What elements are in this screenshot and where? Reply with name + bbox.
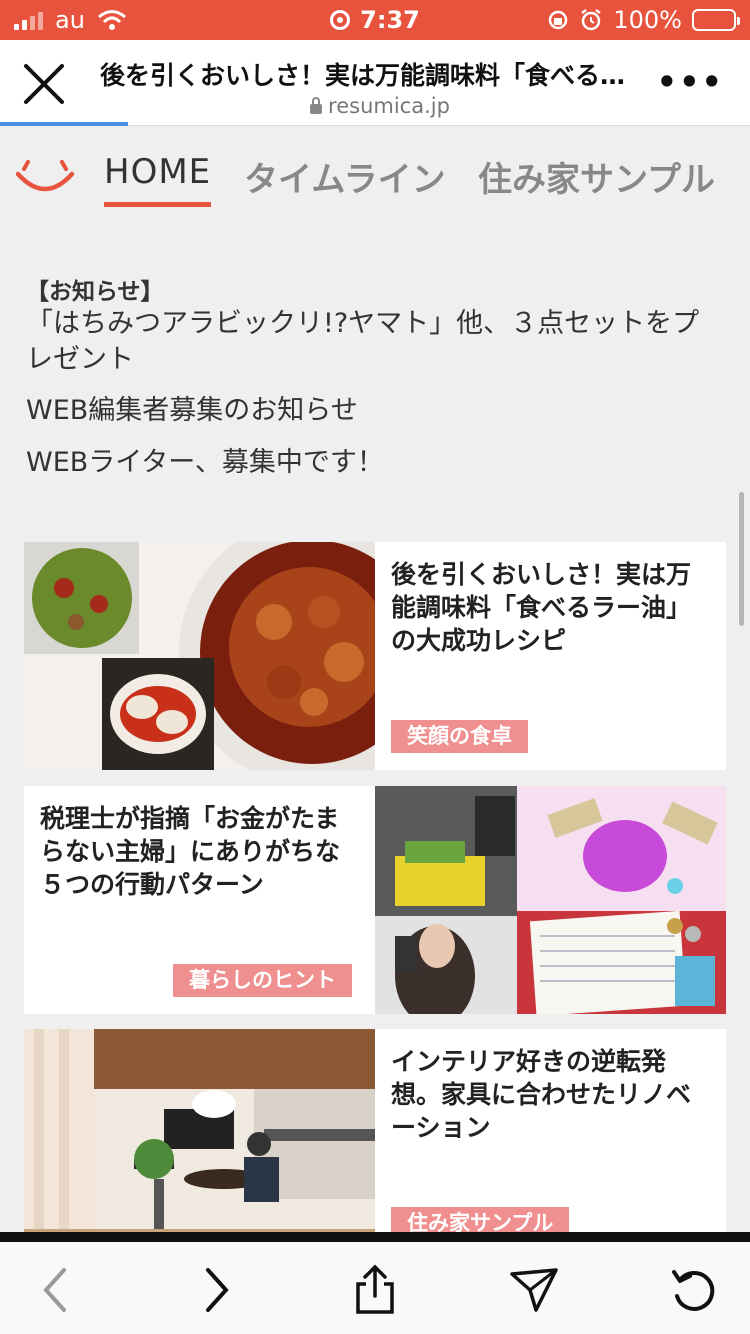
smile-logo-icon[interactable] [14, 154, 76, 194]
article-title[interactable]: インテリア好きの逆転発想。家具に合わせたリノベーション [391, 1045, 707, 1144]
more-button[interactable]: ••• [657, 66, 724, 98]
url-domain: resumica.jp [100, 94, 660, 118]
battery-icon [692, 9, 740, 31]
article-thumbnail [24, 1029, 375, 1239]
active-tab-indicator [104, 202, 211, 207]
reload-icon[interactable] [668, 1264, 720, 1316]
forward-arrow-icon[interactable] [190, 1264, 242, 1316]
notices-section: 【お知らせ】 「はちみつアラビックリ!?ヤマト」他、３点セットをプレゼント WE… [26, 272, 726, 482]
article-title[interactable]: 後を引くおいしさ！実は万能調味料「食べるラー油」の大成功レシピ [391, 558, 707, 657]
article-card[interactable]: 税理士が指摘「お金がたまらない主婦」にありがちな５つの行動パターン 暮らしのヒン… [24, 786, 726, 1014]
browser-header: 後を引くおいしさ！実は万能調味料「食べる… resumica.jp ••• [0, 40, 750, 126]
orientation-lock-icon [549, 10, 568, 30]
scroll-indicator[interactable] [739, 492, 744, 626]
article-thumbnail [375, 786, 726, 1014]
category-tag[interactable]: 笑顔の食卓 [391, 720, 528, 753]
status-time: 7:37 [360, 6, 420, 34]
nav-tab-timeline[interactable]: タイムライン [244, 152, 446, 201]
site-nav: HOME タイムライン 住み家サンプル [0, 126, 750, 222]
article-card[interactable]: インテリア好きの逆転発想。家具に合わせたリノベーション 住み家サンプル [24, 1029, 726, 1239]
notice-link-1[interactable]: 「はちみつアラビックリ!?ヤマト」他、３点セットをプレゼント [26, 306, 726, 378]
share-icon[interactable] [349, 1264, 401, 1316]
category-tag[interactable]: 暮らしのヒント [173, 964, 352, 997]
status-bar: au 7:37 100% [0, 0, 750, 40]
nav-tab-home[interactable]: HOME [104, 152, 211, 192]
alarm-icon [581, 9, 602, 31]
article-title[interactable]: 税理士が指摘「お金がたまらない主婦」にありがちな５つの行動パターン [40, 802, 356, 901]
send-icon[interactable] [508, 1264, 560, 1316]
back-arrow-icon[interactable] [30, 1264, 82, 1316]
notice-link-2[interactable]: WEB編集者募集のお知らせ [26, 392, 726, 430]
notice-tag: 【お知らせ】 [26, 279, 164, 305]
article-thumbnail [24, 542, 375, 770]
battery-percent: 100% [613, 6, 682, 34]
close-icon[interactable] [20, 60, 68, 108]
domain-label: resumica.jp [328, 94, 450, 118]
notice-link-3[interactable]: WEBライター、募集中です！ [26, 444, 726, 482]
browser-toolbar [0, 1232, 750, 1334]
article-card[interactable]: 後を引くおいしさ！実は万能調味料「食べるラー油」の大成功レシピ 笑顔の食卓 [24, 542, 726, 770]
screen-record-icon [330, 10, 351, 30]
page-title: 後を引くおいしさ！実は万能調味料「食べる… [100, 61, 626, 90]
lock-icon [310, 97, 323, 114]
nav-tab-samples[interactable]: 住み家サンプル [478, 152, 715, 201]
